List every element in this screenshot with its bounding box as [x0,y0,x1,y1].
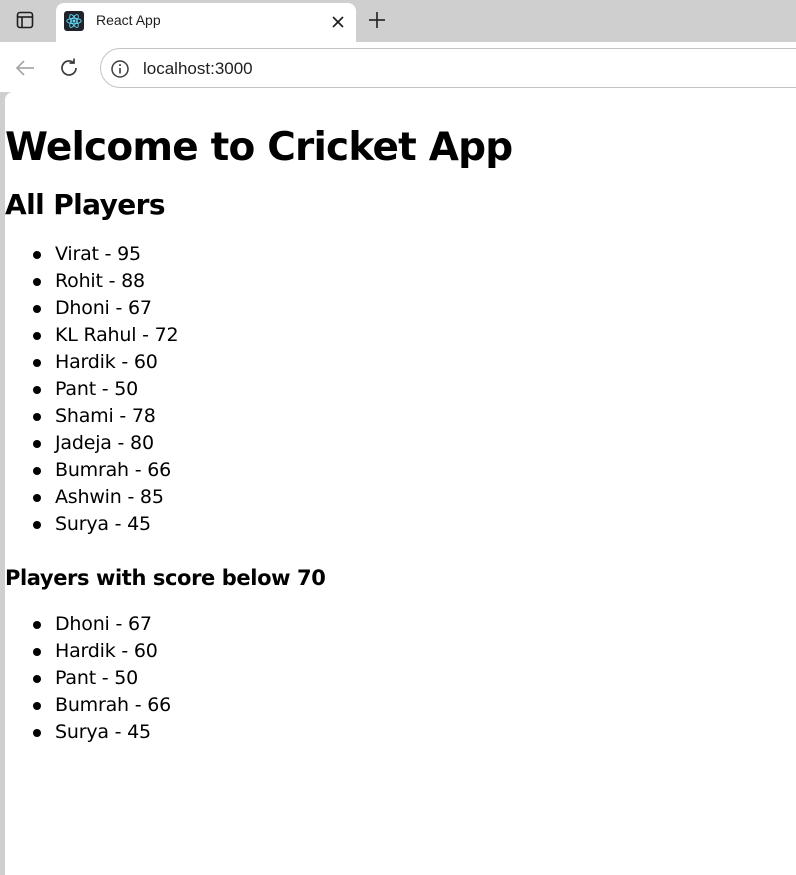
all-players-list: Virat - 95 Rohit - 88 Dhoni - 67 KL Rahu… [5,241,796,538]
page-content: Welcome to Cricket App All Players Virat… [5,92,796,746]
list-item: Rohit - 88 [5,268,796,295]
list-item: KL Rahul - 72 [5,322,796,349]
list-item: Bumrah - 66 [5,457,796,484]
reload-icon [61,58,77,76]
browser-toolbar: localhost:3000 [0,42,796,92]
new-tab-button[interactable] [364,6,390,34]
list-item: Hardik - 60 [5,638,796,665]
list-item: Dhoni - 67 [5,611,796,638]
address-bar[interactable]: localhost:3000 [100,48,796,88]
list-item: Dhoni - 67 [5,295,796,322]
page-viewport: Welcome to Cricket App All Players Virat… [5,92,796,875]
list-item: Bumrah - 66 [5,692,796,719]
react-logo-icon [64,11,84,31]
tab-close-button[interactable] [326,10,350,34]
list-item: Shami - 78 [5,403,796,430]
list-item: Virat - 95 [5,241,796,268]
list-item: Surya - 45 [5,511,796,538]
browser-tab[interactable]: React App [56,3,356,42]
reload-button[interactable] [54,53,84,83]
plus-icon [369,12,385,28]
tab-strip: React App [0,0,796,42]
list-item: Pant - 50 [5,376,796,403]
close-icon [332,16,344,28]
all-players-heading: All Players [5,188,165,221]
url-text[interactable]: localhost:3000 [143,59,253,79]
back-arrow-icon [15,60,34,76]
info-icon [111,60,129,78]
tab-title: React App [96,12,161,28]
back-button[interactable] [10,53,40,83]
list-item: Hardik - 60 [5,349,796,376]
list-item: Jadeja - 80 [5,430,796,457]
site-info-button[interactable] [109,58,131,80]
list-item: Surya - 45 [5,719,796,746]
page-title: Welcome to Cricket App [5,125,513,170]
list-item: Pant - 50 [5,665,796,692]
below-70-players-list: Dhoni - 67 Hardik - 60 Pant - 50 Bumrah … [5,611,796,746]
below-70-heading: Players with score below 70 [5,566,326,590]
list-item: Ashwin - 85 [5,484,796,511]
tab-actions-icon [16,11,34,29]
tab-actions-button[interactable] [8,6,42,34]
